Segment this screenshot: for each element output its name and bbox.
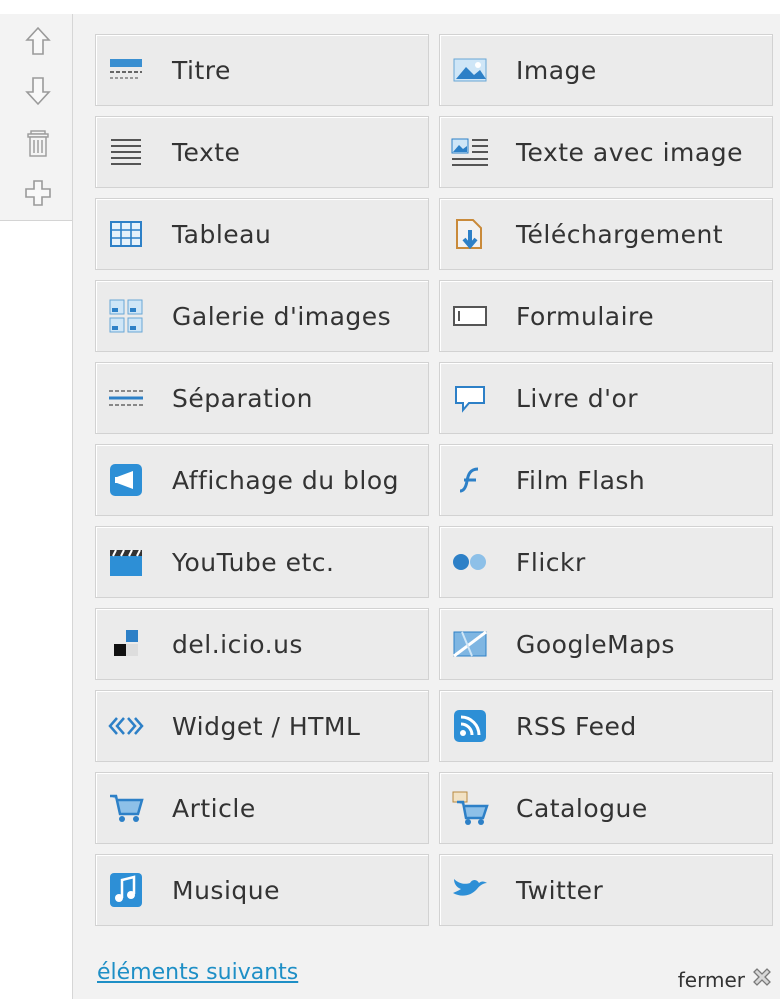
rss-icon <box>450 706 490 746</box>
twitter-icon <box>450 870 490 910</box>
element-livre-dor[interactable]: Livre d'or <box>439 362 773 434</box>
delete-button[interactable] <box>22 124 54 162</box>
element-label: Affichage du blog <box>172 465 400 495</box>
catalogue-icon <box>450 788 490 828</box>
element-label: Livre d'or <box>516 383 639 413</box>
code-icon <box>106 706 146 746</box>
element-label: Formulaire <box>516 301 655 331</box>
text-with-image-icon <box>450 132 490 172</box>
element-label: Tableau <box>172 219 272 249</box>
image-icon <box>450 50 490 90</box>
video-icon <box>106 542 146 582</box>
element-label: YouTube etc. <box>172 547 335 577</box>
element-film-flash[interactable]: Film Flash <box>439 444 773 516</box>
form-icon <box>450 296 490 336</box>
element-label: Téléchargement <box>516 219 724 249</box>
trash-icon <box>27 130 49 157</box>
guestbook-icon <box>450 378 490 418</box>
close-icon <box>751 966 773 993</box>
element-label: Twitter <box>516 875 604 905</box>
arrow-up-icon <box>25 26 51 55</box>
element-toolbar <box>0 14 73 221</box>
element-label: Widget / HTML <box>172 711 361 741</box>
element-separation[interactable]: Séparation <box>95 362 429 434</box>
music-icon <box>106 870 146 910</box>
element-label: Film Flash <box>516 465 646 495</box>
next-elements-link[interactable]: éléments suivants <box>97 960 298 985</box>
element-tableau[interactable]: Tableau <box>95 198 429 270</box>
element-label: Galerie d'images <box>172 301 392 331</box>
element-label: Musique <box>172 875 280 905</box>
move-up-button[interactable] <box>22 22 54 60</box>
separator-icon <box>106 378 146 418</box>
element-label: GoogleMaps <box>516 629 675 659</box>
map-icon <box>450 624 490 664</box>
element-texte-avec-image[interactable]: Texte avec image <box>439 116 773 188</box>
element-googlemaps[interactable]: GoogleMaps <box>439 608 773 680</box>
element-label: Texte <box>172 137 241 167</box>
plus-icon <box>25 180 51 206</box>
element-blog[interactable]: Affichage du blog <box>95 444 429 516</box>
close-button[interactable]: fermer <box>678 966 773 993</box>
element-telechargement[interactable]: Téléchargement <box>439 198 773 270</box>
element-label: Catalogue <box>516 793 648 823</box>
element-musique[interactable]: Musique <box>95 854 429 926</box>
element-formulaire[interactable]: Formulaire <box>439 280 773 352</box>
flickr-icon <box>450 542 490 582</box>
element-grid: Titre Image Texte Texte avec image Table… <box>95 34 773 926</box>
element-widget-html[interactable]: Widget / HTML <box>95 690 429 762</box>
element-texte[interactable]: Texte <box>95 116 429 188</box>
element-picker-panel: Titre Image Texte Texte avec image Table… <box>72 14 780 999</box>
add-button[interactable] <box>22 174 54 212</box>
element-delicious[interactable]: del.icio.us <box>95 608 429 680</box>
element-youtube[interactable]: YouTube etc. <box>95 526 429 598</box>
element-rss[interactable]: RSS Feed <box>439 690 773 762</box>
element-galerie[interactable]: Galerie d'images <box>95 280 429 352</box>
element-label: Titre <box>172 55 231 85</box>
arrow-down-icon <box>25 77 51 106</box>
element-label: Séparation <box>172 383 313 413</box>
element-label: Texte avec image <box>516 137 743 167</box>
element-label: Flickr <box>516 547 586 577</box>
gallery-icon <box>106 296 146 336</box>
download-icon <box>450 214 490 254</box>
delicious-icon <box>106 624 146 664</box>
element-image[interactable]: Image <box>439 34 773 106</box>
element-label: del.icio.us <box>172 629 303 659</box>
move-down-button[interactable] <box>22 72 54 110</box>
element-label: Article <box>172 793 256 823</box>
element-flickr[interactable]: Flickr <box>439 526 773 598</box>
element-label: Image <box>516 55 597 85</box>
close-label: fermer <box>677 967 745 992</box>
element-article[interactable]: Article <box>95 772 429 844</box>
table-icon <box>106 214 146 254</box>
flash-icon <box>450 460 490 500</box>
element-catalogue[interactable]: Catalogue <box>439 772 773 844</box>
element-titre[interactable]: Titre <box>95 34 429 106</box>
title-icon <box>106 50 146 90</box>
blog-icon <box>106 460 146 500</box>
cart-icon <box>106 788 146 828</box>
element-twitter[interactable]: Twitter <box>439 854 773 926</box>
element-label: RSS Feed <box>516 711 637 741</box>
text-icon <box>106 132 146 172</box>
